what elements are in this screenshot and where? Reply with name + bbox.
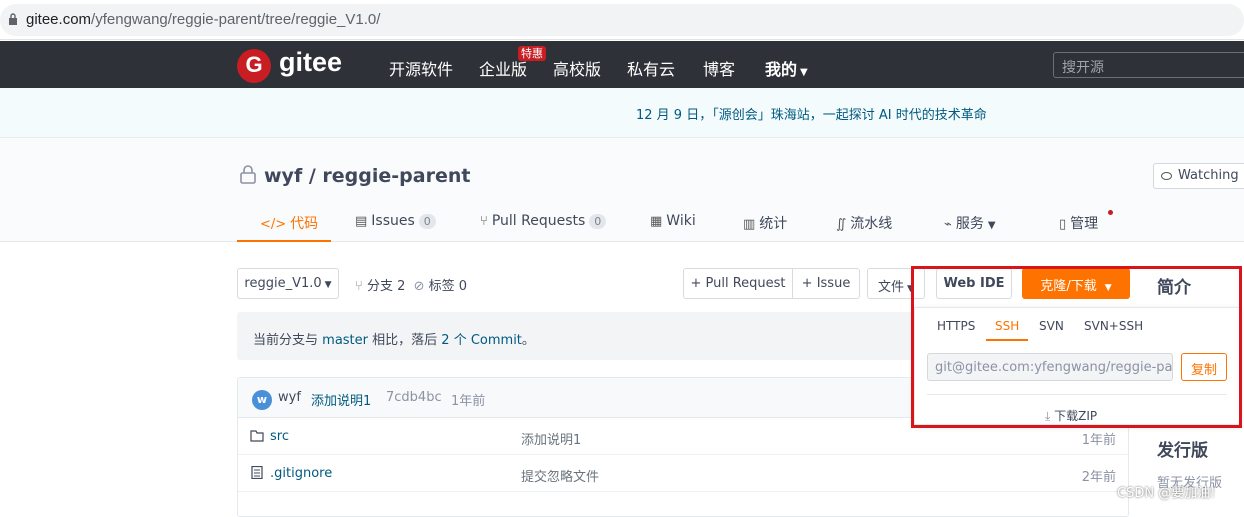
tab-code[interactable]: </> 代码 — [260, 213, 318, 233]
watch-label: Watching — [1178, 168, 1239, 183]
highlight-box — [911, 266, 1242, 428]
tab-wiki[interactable]: ▦ Wiki — [650, 213, 696, 229]
tab-issues-label: Issues — [371, 213, 415, 229]
nav-blog[interactable]: 博客 — [703, 56, 735, 80]
branch-tag-info: ⑂ 分支 2 ⊘ 标签 0 — [355, 275, 467, 294]
watch-button[interactable]: Watching — [1153, 163, 1244, 189]
new-issue-button[interactable]: + Issue — [792, 268, 860, 299]
nav-mine-label: 我的 — [765, 60, 798, 79]
lock-icon — [9, 13, 17, 25]
pull-request-icon: ⑂ — [480, 214, 488, 229]
repo-owner[interactable]: wyf — [264, 165, 302, 187]
tab-issues[interactable]: ▤ Issues 0 — [355, 213, 436, 229]
url-text[interactable]: gitee.com/yfengwang/reggie-parent/tree/r… — [26, 11, 380, 28]
compare-text: 当前分支与 master 相比，落后 2 个 Commit。 — [253, 329, 535, 348]
compare-commits-link[interactable]: 2 个 Commit — [441, 333, 522, 348]
tab-stats-label: 统计 — [759, 216, 788, 232]
issues-icon: ▤ — [355, 214, 368, 229]
address-bar[interactable]: gitee.com/yfengwang/reggie-parent/tree/r… — [0, 0, 1244, 40]
private-lock-icon — [240, 165, 256, 184]
repo-name[interactable]: reggie-parent — [322, 165, 470, 187]
new-pull-request-button[interactable]: + Pull Request — [683, 268, 793, 299]
tab-manage-label: 管理 — [1070, 216, 1099, 232]
gitee-logo-icon[interactable]: G — [237, 49, 271, 83]
tab-services[interactable]: ⌁ 服务 ▼ — [944, 213, 996, 233]
pulse-icon: ⌁ — [944, 217, 952, 232]
nav-mine[interactable]: 我的 ▼ — [765, 56, 808, 80]
compare-mid: 相比，落后 — [372, 333, 438, 348]
compare-suffix: 。 — [521, 333, 535, 348]
tag-icon: ⊘ — [413, 279, 425, 294]
nav-private-cloud[interactable]: 私有云 — [627, 56, 675, 80]
branch-select-label: reggie_V1.0 — [244, 276, 322, 291]
branches-link[interactable]: 分支 2 — [367, 279, 405, 294]
file-menu-label: 文件 — [878, 280, 905, 295]
file-commit-message[interactable]: 提交忽略文件 — [521, 466, 599, 485]
caret-down-icon: ▼ — [800, 67, 808, 78]
pr-count: 0 — [589, 214, 607, 229]
repo-title: wyf / reggie-parent — [238, 164, 470, 187]
watermark: CSDN @要加油! — [1117, 486, 1216, 501]
caret-down-icon: ▼ — [324, 280, 332, 290]
branch-icon: ⑂ — [355, 279, 363, 294]
pipeline-icon: ∬ — [836, 217, 847, 232]
file-time: 2年前 — [1081, 470, 1116, 485]
commit-time: 1年前 — [451, 394, 486, 409]
file-time: 1年前 — [1081, 433, 1116, 448]
manage-icon: ▯ — [1059, 217, 1067, 232]
active-tab-indicator — [237, 240, 331, 242]
search-placeholder: 搜开源 — [1062, 60, 1104, 76]
nav-open-source[interactable]: 开源软件 — [389, 56, 453, 80]
tab-pull-requests[interactable]: ⑂ Pull Requests 0 — [480, 213, 607, 229]
avatar[interactable]: w — [252, 390, 272, 410]
notification-dot — [1108, 210, 1113, 215]
chart-icon: ▥ — [743, 217, 756, 232]
repo-header: wyf / reggie-parent Watching </> 代码 ▤ Issu… — [0, 138, 1244, 242]
nav-education[interactable]: 高校版 — [553, 56, 601, 80]
tab-pr-label: Pull Requests — [491, 213, 586, 229]
repo-sep: / — [308, 165, 316, 187]
issues-count: 0 — [418, 214, 436, 229]
commit-author[interactable]: wyf — [278, 390, 301, 405]
commit-hash[interactable]: 7cdb4bc — [386, 390, 442, 405]
url-host: gitee.com — [26, 11, 92, 28]
top-nav: G gitee 开源软件 企业版 特惠 高校版 私有云 博客 我的 ▼ 搜开源 — [0, 41, 1244, 88]
tab-stats[interactable]: ▥ 统计 — [743, 213, 787, 233]
compare-prefix: 当前分支与 — [253, 333, 319, 348]
logo-text[interactable]: gitee — [279, 47, 342, 78]
tags-link[interactable]: 标签 0 — [429, 279, 467, 294]
tab-pipeline-label: 流水线 — [850, 216, 893, 232]
search-input[interactable]: 搜开源 — [1053, 52, 1244, 78]
file-icon — [251, 466, 263, 479]
release-heading: 发行版 — [1157, 441, 1208, 461]
wiki-icon: ▦ — [650, 214, 663, 229]
commit-message[interactable]: 添加说明1 — [311, 390, 371, 409]
tab-services-label: 服务 — [955, 216, 984, 232]
caret-down-icon: ▼ — [987, 220, 996, 231]
tab-code-label: 代码 — [290, 216, 319, 232]
url-path: /yfengwang/reggie-parent/tree/reggie_V1.… — [91, 11, 381, 28]
folder-icon — [250, 430, 264, 442]
file-name[interactable]: src — [270, 429, 289, 444]
branch-select[interactable]: reggie_V1.0 ▼ — [237, 268, 339, 299]
eye-icon — [1161, 172, 1172, 180]
compare-branch-link[interactable]: master — [322, 333, 368, 348]
banner-text[interactable]: 12 月 9 日，「源创会」珠海站，一起探讨 AI 时代的技术革命 — [636, 104, 987, 123]
tab-wiki-label: Wiki — [666, 213, 696, 229]
list-item[interactable]: .gitignore 提交忽略文件 2年前 — [238, 455, 1128, 492]
file-commit-message[interactable]: 添加说明1 — [521, 429, 581, 448]
branch-compare-bar: 当前分支与 master 相比，落后 2 个 Commit。 — [237, 312, 927, 360]
code-icon: </> — [260, 217, 287, 232]
promo-badge: 特惠 — [518, 46, 546, 61]
tab-manage[interactable]: ▯ 管理 — [1059, 213, 1098, 233]
tab-pipeline[interactable]: ∬ 流水线 — [836, 213, 892, 233]
file-name[interactable]: .gitignore — [270, 466, 332, 481]
announcement-banner[interactable]: 12 月 9 日，「源创会」珠海站，一起探讨 AI 时代的技术革命 — [0, 88, 1244, 138]
